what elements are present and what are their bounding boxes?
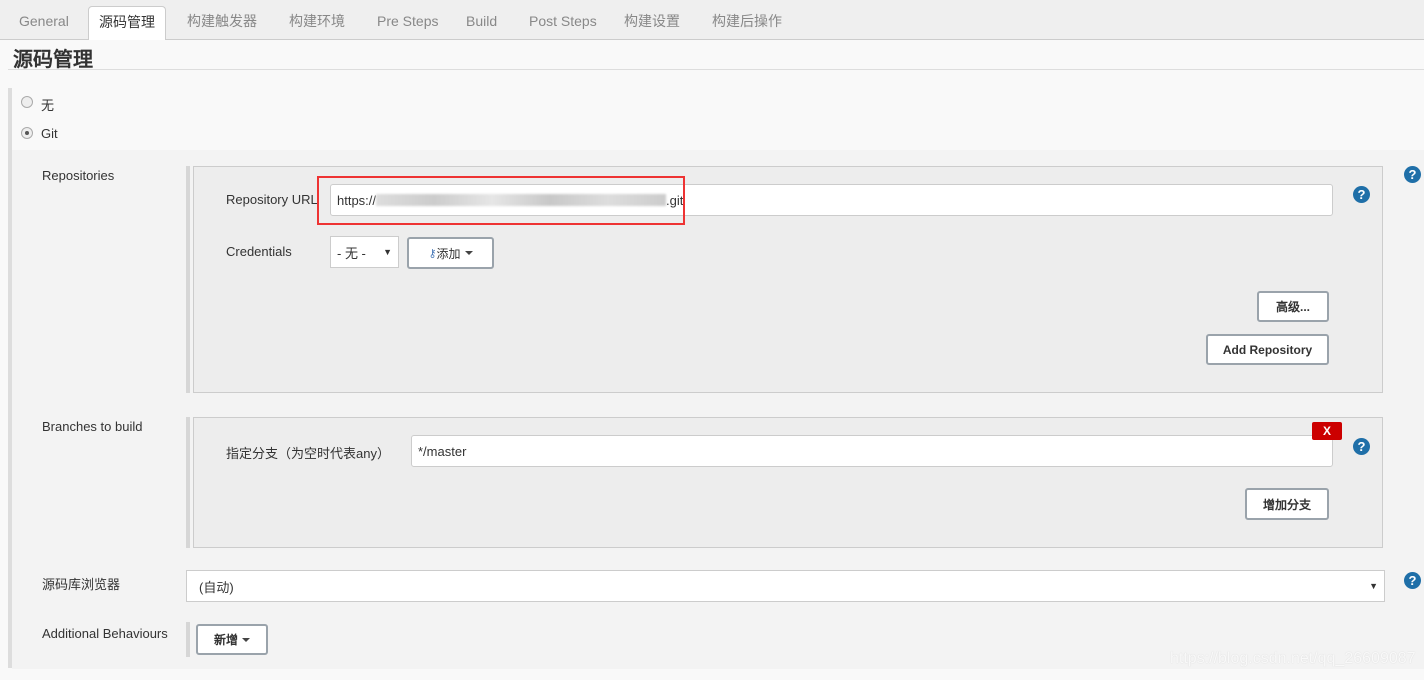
behaviours-bar <box>186 622 190 657</box>
radio-none-label: 无 <box>41 98 55 113</box>
repository-url-label: Repository URL <box>226 192 318 207</box>
dropdown-arrow-icon: ▼ <box>1369 581 1378 591</box>
add-branch-button[interactable]: 增加分支 <box>1245 488 1329 520</box>
tab-bar: General 源码管理 构建触发器 构建环境 Pre Steps Build … <box>0 0 1424 40</box>
tab-triggers[interactable]: 构建触发器 <box>177 6 267 40</box>
tab-build-settings[interactable]: 构建设置 <box>614 6 690 40</box>
branches-label: Branches to build <box>42 419 143 434</box>
add-repository-button[interactable]: Add Repository <box>1206 334 1329 365</box>
help-icon[interactable]: ? <box>1404 166 1421 183</box>
dropdown-arrow-icon: ▼ <box>383 247 392 257</box>
watermark: https://blog.csdn.net/qq_26609087 <box>1170 650 1416 667</box>
radio-none[interactable] <box>21 96 33 108</box>
delete-branch-button[interactable]: X <box>1312 422 1342 440</box>
tab-post-build[interactable]: 构建后操作 <box>702 6 792 40</box>
divider <box>8 69 1424 70</box>
repositories-label: Repositories <box>42 168 115 183</box>
help-icon[interactable]: ? <box>1353 186 1370 203</box>
credentials-select[interactable]: - 无 - ▼ <box>330 236 399 268</box>
branch-specifier-input[interactable]: */master <box>411 435 1333 467</box>
repository-browser-label: 源码库浏览器 <box>42 577 121 592</box>
caret-down-icon <box>242 637 250 642</box>
key-icon: ⚷ <box>428 247 437 260</box>
additional-behaviours-label: Additional Behaviours <box>42 626 168 641</box>
credentials-value: - 无 - <box>337 245 366 261</box>
add-behaviour-label: 新增 <box>213 633 238 647</box>
caret-down-icon <box>464 251 473 255</box>
tab-general[interactable]: General <box>9 6 79 40</box>
tab-environment[interactable]: 构建环境 <box>279 6 355 40</box>
add-credentials-button[interactable]: ⚷ 添加 <box>407 237 494 269</box>
branch-specifier-label: 指定分支（为空时代表any） <box>226 446 390 461</box>
radio-git[interactable] <box>21 127 33 139</box>
tab-post-steps[interactable]: Post Steps <box>519 6 607 40</box>
advanced-button[interactable]: 高级... <box>1257 291 1329 322</box>
add-behaviour-button[interactable]: 新增 <box>196 624 268 655</box>
highlight-box <box>317 176 685 225</box>
tab-build[interactable]: Build <box>456 6 507 40</box>
credentials-label: Credentials <box>226 244 292 259</box>
radio-git-label: Git <box>41 126 58 141</box>
page-title: 源码管理 <box>13 49 93 71</box>
repository-browser-select[interactable]: (自动) ▼ <box>186 570 1385 602</box>
tab-pre-steps[interactable]: Pre Steps <box>367 6 448 40</box>
branches-bar <box>186 417 190 548</box>
repositories-bar <box>186 166 190 393</box>
help-icon[interactable]: ? <box>1404 572 1421 589</box>
browser-value: (自动) <box>199 579 234 595</box>
tab-scm[interactable]: 源码管理 <box>88 6 166 40</box>
help-icon[interactable]: ? <box>1353 438 1370 455</box>
add-label: 添加 <box>436 246 461 261</box>
